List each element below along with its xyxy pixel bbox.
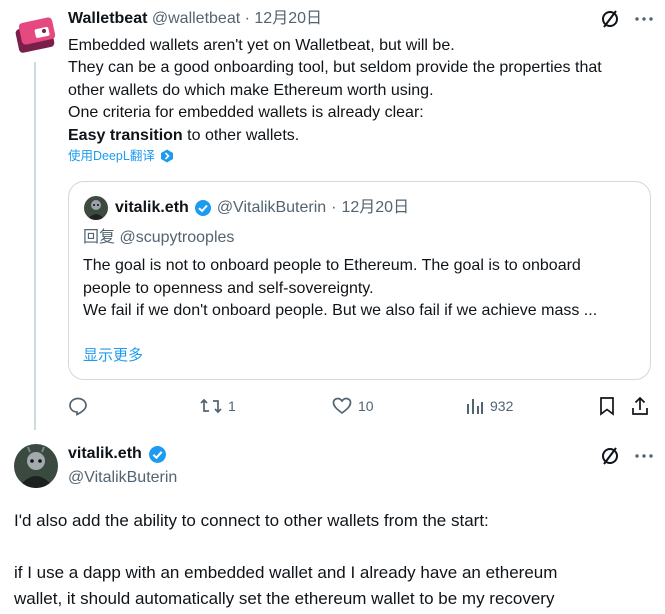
tweet-action-bar: 1 10 932: [68, 396, 658, 418]
views-chart-icon: [466, 396, 484, 416]
quote-text: The goal is not to onboard people to Eth…: [83, 255, 643, 323]
reply-icon: [68, 396, 88, 416]
tweet-header: Walletbeat @walletbeat · 12月20日: [68, 9, 322, 29]
thread-line: [34, 62, 36, 430]
reply-author-avatar[interactable]: [14, 444, 58, 488]
quote-date[interactable]: 12月20日: [341, 198, 409, 218]
retweet-icon: [200, 396, 222, 416]
translate-label[interactable]: 使用DeepL翻译: [68, 147, 155, 165]
bold-phrase: Easy transition: [68, 126, 183, 144]
tweet-text: Embedded wallets aren't yet on Walletbea…: [68, 35, 658, 147]
translate-link[interactable]: 使用DeepL翻译: [68, 147, 174, 165]
verified-badge-icon: [194, 199, 212, 217]
reply-line: wallet, it should automatically set the …: [14, 589, 555, 608]
quote-header: vitalik.eth @VitalikButerin · 12月20日: [115, 198, 409, 218]
reply-button[interactable]: [68, 396, 94, 416]
more-dots-icon[interactable]: [634, 9, 654, 29]
tweet-line: Embedded wallets aren't yet on Walletbea…: [68, 37, 455, 54]
share-icon: [630, 396, 650, 416]
tweet-line: One criteria for embedded wallets is alr…: [68, 104, 424, 122]
reply-author-handle[interactable]: @VitalikButerin: [68, 468, 177, 488]
tweet-line: other wallets do which make Ethereum wor…: [68, 81, 434, 99]
heart-icon: [332, 396, 352, 416]
quote-author-avatar[interactable]: [84, 196, 108, 220]
quote-line: We fail if we don't onboard people. But …: [83, 302, 598, 320]
reply-line: if I use a dapp with an embedded wallet …: [14, 563, 558, 582]
deepl-icon: [160, 149, 174, 163]
quote-author-handle[interactable]: @VitalikButerin: [217, 198, 326, 218]
show-more-link[interactable]: 显示更多: [83, 344, 143, 365]
retweet-count: 1: [228, 398, 236, 414]
reply-author-name[interactable]: vitalik.eth: [68, 444, 142, 464]
line-rest: to other wallets.: [182, 126, 300, 144]
retweet-button[interactable]: 1: [200, 396, 236, 416]
walletbeat-avatar[interactable]: [13, 12, 57, 56]
reply-top-icons: [600, 446, 654, 466]
quote-line: people to openness and self-sovereignty.: [83, 279, 374, 297]
bookmark-icon: [598, 396, 616, 416]
like-button[interactable]: 10: [332, 396, 374, 416]
views-count: 932: [490, 398, 514, 414]
tweet-line: They can be a good onboarding tool, but …: [68, 59, 602, 77]
tweet-line: Easy transition to other wallets.: [68, 125, 658, 147]
reply-line: [14, 534, 654, 560]
reply-text: I'd also add the ability to connect to o…: [14, 508, 654, 612]
grok-slash-icon[interactable]: [600, 9, 620, 29]
reply-to-label[interactable]: 回复 @scupytrooples: [83, 228, 234, 248]
views-button[interactable]: 932: [466, 396, 513, 416]
quote-author-name[interactable]: vitalik.eth: [115, 198, 189, 218]
share-button[interactable]: [630, 396, 650, 416]
quoted-tweet-card[interactable]: vitalik.eth @VitalikButerin · 12月20日 回复 …: [68, 181, 651, 380]
author-name[interactable]: Walletbeat: [68, 10, 147, 27]
reply-line: I'd also add the ability to connect to o…: [14, 511, 489, 530]
verified-badge-icon: [148, 445, 167, 464]
reply-author-row: vitalik.eth: [68, 444, 167, 464]
author-handle[interactable]: @walletbeat: [152, 10, 240, 27]
like-count: 10: [358, 398, 374, 414]
more-dots-icon[interactable]: [634, 446, 654, 466]
grok-slash-icon[interactable]: [600, 446, 620, 466]
quote-line: The goal is not to onboard people to Eth…: [83, 257, 581, 274]
header-separator: ·: [244, 10, 250, 27]
header-separator: ·: [331, 199, 337, 216]
bookmark-button[interactable]: [598, 396, 616, 416]
tweet-date[interactable]: 12月20日: [254, 10, 322, 27]
tweet-top-icons: [600, 9, 654, 29]
